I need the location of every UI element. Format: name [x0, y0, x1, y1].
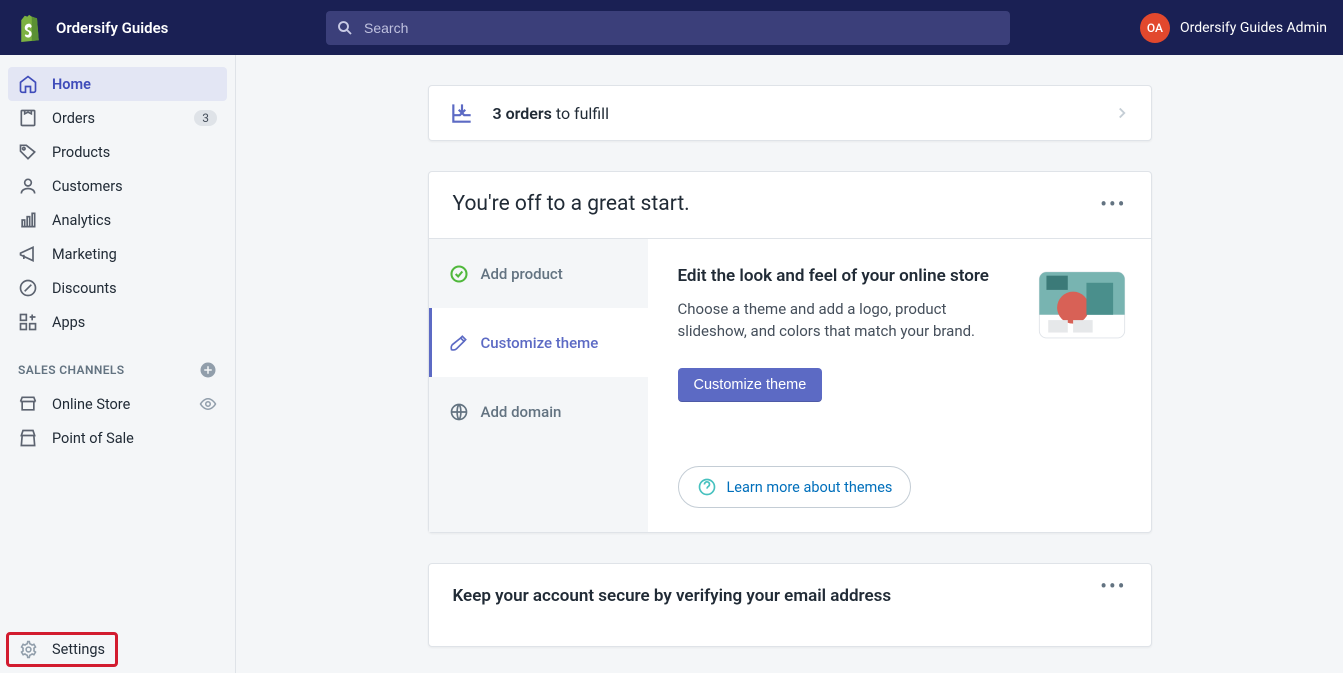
nav-orders[interactable]: Orders 3	[8, 101, 227, 135]
customers-icon	[18, 176, 38, 196]
detail-title: Edit the look and feel of your online st…	[678, 265, 1009, 289]
nav-label: Customers	[52, 178, 123, 195]
sales-channels-header: SALES CHANNELS	[0, 339, 235, 387]
step-add-domain[interactable]: Add domain	[429, 377, 648, 446]
channel-online-store[interactable]: Online Store	[8, 387, 227, 421]
marketing-icon	[18, 244, 38, 264]
main-content: 3 orders to fulfill You're off to a grea…	[236, 55, 1343, 673]
nav-analytics[interactable]: Analytics	[8, 203, 227, 237]
fulfill-text: 3 orders to fulfill	[493, 104, 1095, 123]
verify-title: Keep your account secure by verifying yo…	[453, 586, 892, 606]
onboarding-detail: Edit the look and feel of your online st…	[648, 239, 1151, 532]
home-icon	[18, 74, 38, 94]
nav-label: Products	[52, 144, 110, 161]
channel-label: Point of Sale	[52, 430, 134, 447]
products-icon	[18, 142, 38, 162]
nav-discounts[interactable]: Discounts	[8, 271, 227, 305]
fulfill-count: 3 orders	[493, 104, 552, 123]
avatar: OA	[1140, 13, 1170, 43]
nav-label: Analytics	[52, 212, 111, 229]
channel-label: Online Store	[52, 396, 130, 413]
globe-icon	[449, 402, 469, 422]
nav-label: Orders	[52, 110, 95, 127]
nav-apps[interactable]: Apps	[8, 305, 227, 339]
add-channel-icon[interactable]	[199, 361, 217, 379]
apps-icon	[18, 312, 38, 332]
nav-marketing[interactable]: Marketing	[8, 237, 227, 271]
fulfill-icon	[449, 100, 475, 126]
view-store-icon[interactable]	[199, 395, 217, 413]
detail-desc: Choose a theme and add a logo, product s…	[678, 299, 1009, 343]
fulfill-rest: to fulfill	[552, 104, 609, 123]
nav-customers[interactable]: Customers	[8, 169, 227, 203]
theme-illustration	[1037, 265, 1127, 345]
onboarding-steps: Add product Customize theme Add domain	[429, 239, 648, 532]
analytics-icon	[18, 210, 38, 230]
nav-products[interactable]: Products	[8, 135, 227, 169]
verify-email-card: Keep your account secure by verifying yo…	[428, 563, 1152, 647]
learn-more-themes-link[interactable]: Learn more about themes	[678, 466, 912, 508]
nav-label: Apps	[52, 314, 85, 331]
store-name[interactable]: Ordersify Guides	[56, 19, 168, 37]
customize-theme-button[interactable]: Customize theme	[678, 368, 823, 402]
settings-label: Settings	[52, 641, 105, 658]
onboarding-title: You're off to a great start.	[453, 192, 690, 216]
onboarding-card: You're off to a great start. ••• Add pro…	[428, 171, 1152, 533]
step-label: Add domain	[481, 403, 562, 421]
channel-pos[interactable]: Point of Sale	[8, 421, 227, 455]
settings-button[interactable]: Settings	[6, 632, 118, 667]
gear-icon	[19, 640, 38, 659]
search-wrap	[326, 11, 1010, 45]
sidebar: Home Orders 3 Products Customers Analyti…	[0, 55, 236, 673]
search-input[interactable]	[326, 11, 1010, 45]
search-icon	[336, 19, 354, 37]
step-label: Customize theme	[481, 334, 599, 352]
step-add-product[interactable]: Add product	[429, 239, 648, 308]
nav-label: Marketing	[52, 246, 117, 263]
brush-icon	[449, 333, 469, 353]
orders-icon	[18, 108, 38, 128]
fulfill-orders-card[interactable]: 3 orders to fulfill	[428, 85, 1152, 141]
step-label: Add product	[481, 265, 563, 283]
shopify-logo-icon	[16, 14, 44, 42]
logo-area: Ordersify Guides	[16, 14, 326, 42]
online-store-icon	[18, 394, 38, 414]
discounts-icon	[18, 278, 38, 298]
nav-label: Discounts	[52, 280, 117, 297]
admin-name: Ordersify Guides Admin	[1180, 20, 1327, 36]
step-customize-theme[interactable]: Customize theme	[429, 308, 648, 377]
check-circle-icon	[449, 264, 469, 284]
question-circle-icon	[697, 477, 717, 497]
pos-icon	[18, 428, 38, 448]
chevron-right-icon	[1113, 104, 1131, 122]
account-menu[interactable]: OA Ordersify Guides Admin	[1140, 13, 1327, 43]
topbar: Ordersify Guides OA Ordersify Guides Adm…	[0, 0, 1343, 55]
nav-home[interactable]: Home	[8, 67, 227, 101]
channels-title: SALES CHANNELS	[18, 363, 125, 377]
learn-more-label: Learn more about themes	[727, 479, 893, 496]
orders-badge: 3	[194, 110, 217, 126]
nav-label: Home	[52, 76, 91, 93]
